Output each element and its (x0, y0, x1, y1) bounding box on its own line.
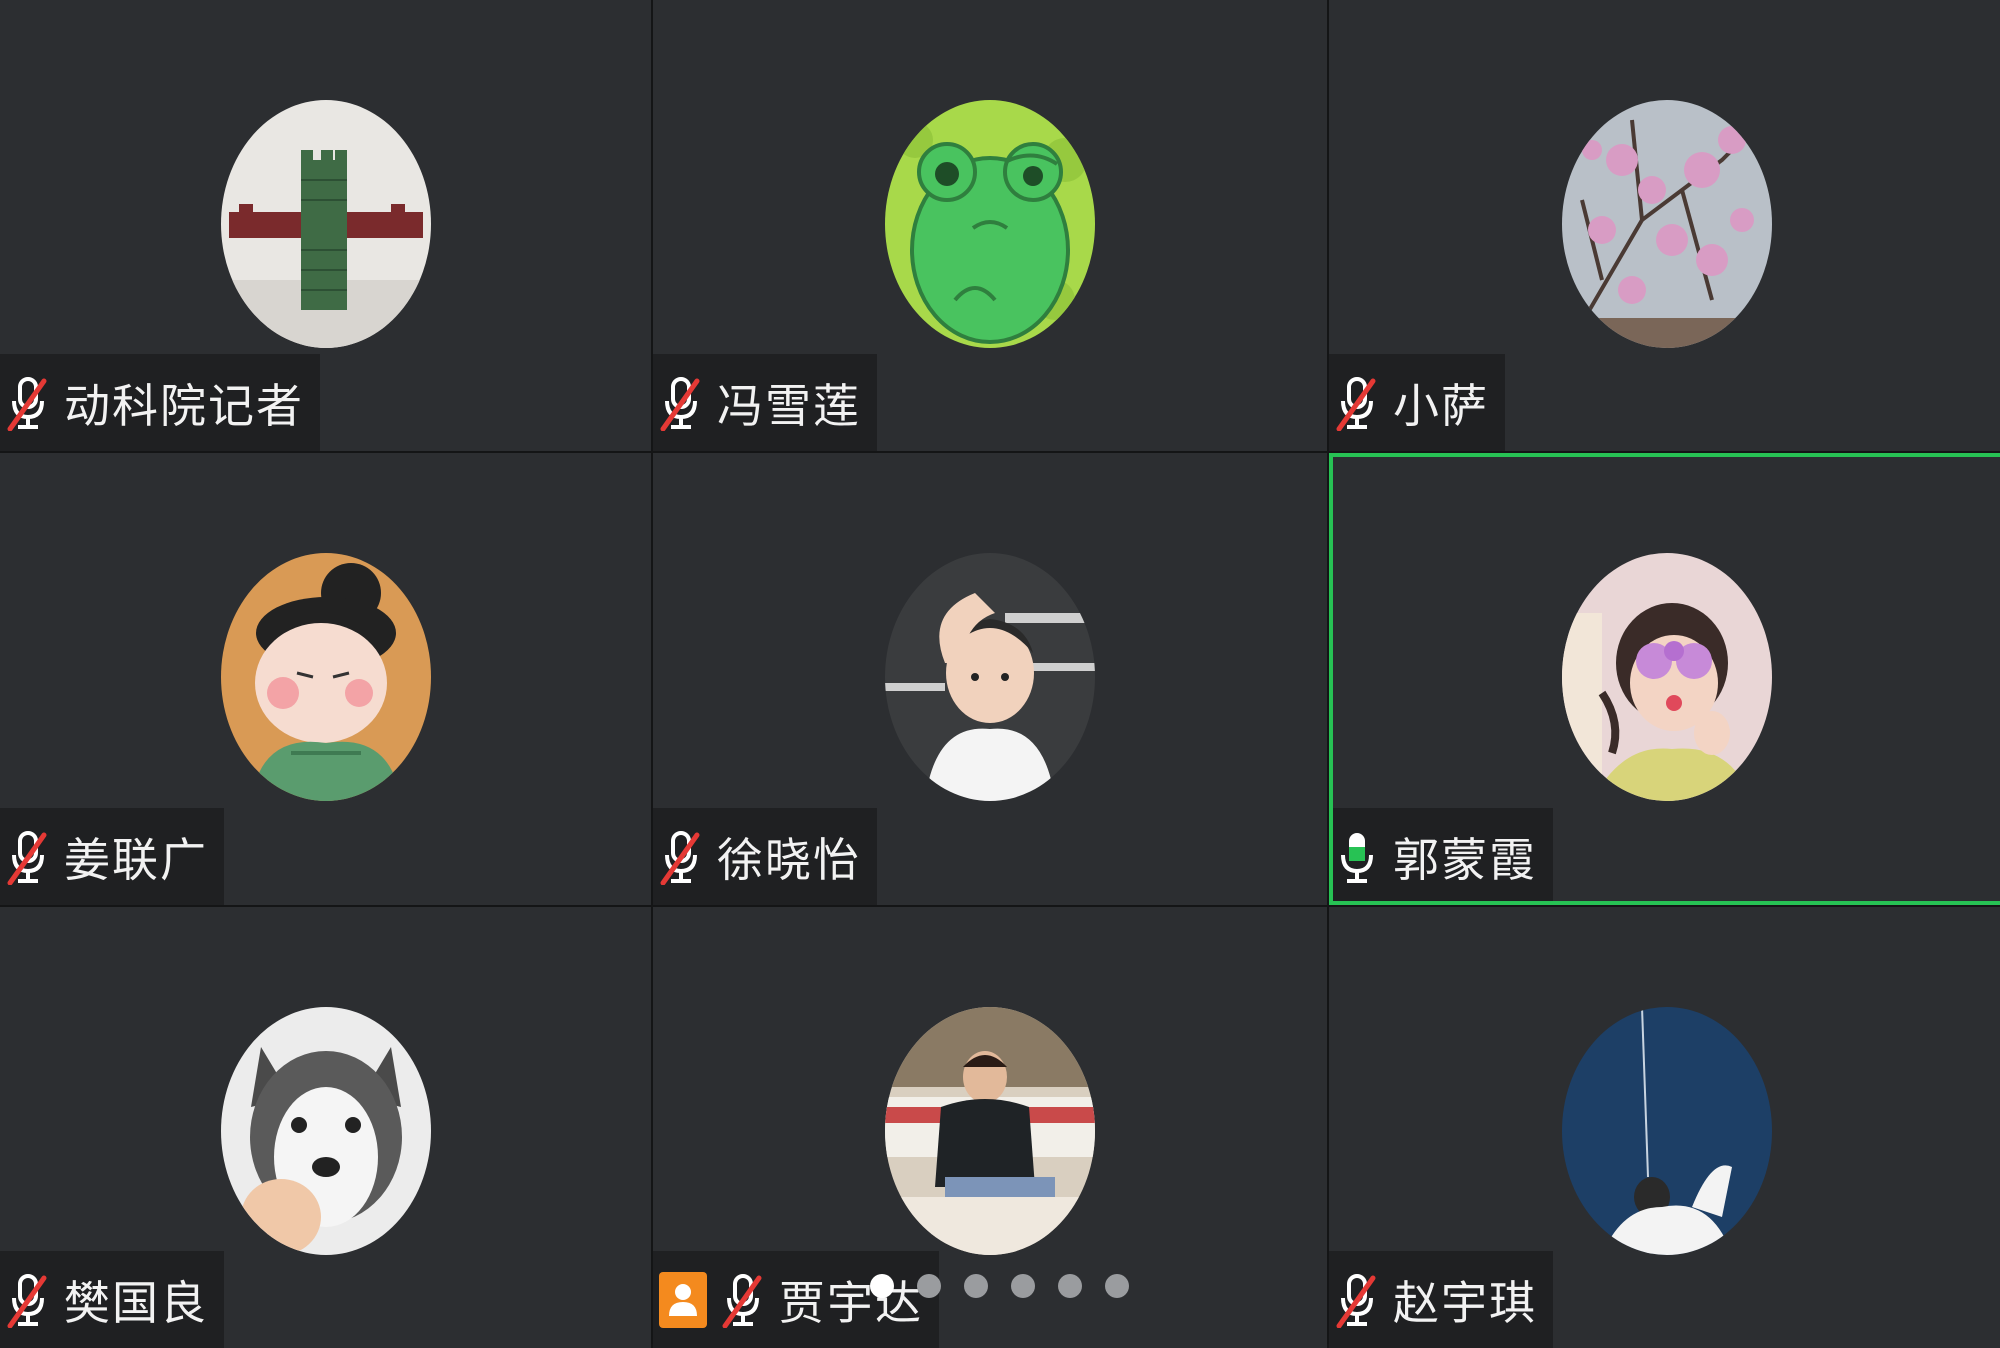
nameplate: 贾宇达 (653, 1251, 939, 1348)
husky-avatar (220, 1007, 431, 1255)
nameplate: 冯雪莲 (653, 354, 877, 451)
nameplate: 赵宇琪 (1329, 1251, 1553, 1348)
blue-sky-avatar (1561, 1007, 1772, 1255)
nameplate: 徐晓怡 (653, 808, 877, 905)
participant-tile[interactable]: 徐晓怡 (653, 453, 1327, 905)
participant-name: 樊国良 (64, 1275, 208, 1330)
frog-avatar (885, 100, 1095, 348)
cherry-blossom-avatar (1561, 100, 1772, 348)
mic-muted-icon[interactable] (6, 829, 50, 885)
page-dot[interactable] (1105, 1274, 1129, 1298)
mic-muted-icon[interactable] (6, 1272, 50, 1328)
nameplate: 动科院记者 (0, 354, 320, 451)
girl-flower-glasses-avatar (1561, 553, 1772, 801)
mic-muted-icon[interactable] (1335, 1272, 1379, 1328)
cartoon-girl-avatar (220, 553, 431, 801)
participant-name: 姜联广 (64, 832, 208, 887)
participant-tile[interactable]: 赵宇琪 (1329, 907, 2000, 1348)
page-dot[interactable] (917, 1274, 941, 1298)
participant-tile[interactable]: 樊国良 (0, 907, 651, 1348)
participant-name: 赵宇琪 (1393, 1275, 1537, 1330)
participant-tile[interactable]: 冯雪莲 (653, 0, 1327, 451)
mic-muted-icon[interactable] (6, 375, 50, 431)
lego-brick-avatar (220, 100, 431, 348)
nameplate: 樊国良 (0, 1251, 224, 1348)
nameplate: 姜联广 (0, 808, 224, 905)
host-badge (659, 1271, 707, 1328)
toddler-avatar (885, 553, 1095, 801)
user-icon (669, 1283, 697, 1316)
nameplate: 小萨 (1329, 354, 1505, 451)
video-grid: 动科院记者 冯雪莲 小萨 姜联广 徐晓怡 郭蒙霞 樊国良 贾宇达 赵宇琪 (0, 0, 2000, 1348)
mic-active-icon[interactable] (1335, 829, 1379, 885)
nameplate: 郭蒙霞 (1329, 808, 1553, 905)
page-dot[interactable] (1011, 1274, 1035, 1298)
participant-name: 动科院记者 (64, 378, 304, 433)
participant-name: 徐晓怡 (717, 832, 861, 887)
page-dot-current[interactable] (870, 1274, 894, 1298)
mic-muted-icon[interactable] (1335, 375, 1379, 431)
participant-tile[interactable]: 姜联广 (0, 453, 651, 905)
participant-tile[interactable]: 动科院记者 (0, 0, 651, 451)
mic-muted-icon[interactable] (659, 375, 703, 431)
page-indicator (870, 1274, 1129, 1298)
page-dot[interactable] (1058, 1274, 1082, 1298)
participant-name: 郭蒙霞 (1393, 832, 1537, 887)
participant-name: 冯雪莲 (717, 378, 861, 433)
mic-muted-icon[interactable] (721, 1272, 765, 1328)
participant-name: 小萨 (1393, 378, 1489, 433)
man-on-couch-avatar (885, 1007, 1095, 1255)
participant-tile[interactable]: 小萨 (1329, 0, 2000, 451)
page-dot[interactable] (964, 1274, 988, 1298)
mic-muted-icon[interactable] (659, 829, 703, 885)
participant-tile-active-speaker[interactable]: 郭蒙霞 (1329, 453, 2000, 905)
